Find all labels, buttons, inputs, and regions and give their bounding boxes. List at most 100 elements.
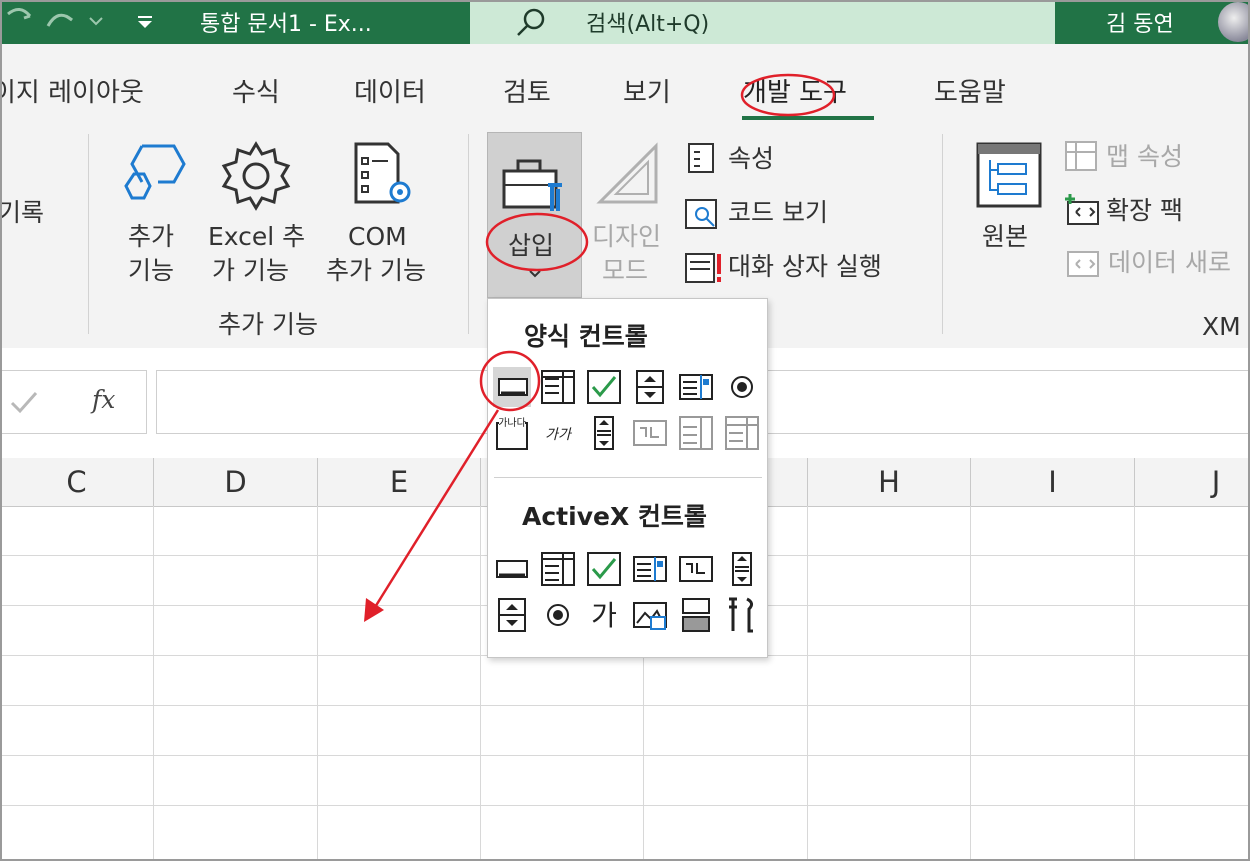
group-box-text: 가나다 [498, 417, 526, 429]
grid-line [153, 506, 154, 861]
tab-formulas[interactable]: 수식 [232, 72, 280, 109]
tab-developer[interactable]: 개발 도구 [743, 72, 847, 109]
record-macro-label[interactable]: 기록 [0, 196, 44, 230]
redo-icon[interactable] [46, 13, 73, 27]
column-header-j[interactable]: J [1135, 458, 1250, 506]
user-name[interactable]: 김 동연 [1106, 6, 1174, 38]
column-header-c[interactable]: C [0, 458, 154, 506]
activex-command-button-icon[interactable] [493, 549, 531, 589]
column-header-d[interactable]: D [154, 458, 318, 506]
gear-icon [221, 141, 291, 211]
tab-page-layout[interactable]: 이지 레이아웃 [0, 72, 144, 109]
customize-toolbar-icon[interactable] [138, 16, 152, 28]
grid-line [807, 506, 808, 861]
ribbon-separator [468, 134, 469, 334]
grid-line [0, 705, 1250, 706]
column-header-i[interactable]: I [971, 458, 1135, 506]
ribbon-separator [88, 134, 89, 334]
form-option-button-icon[interactable] [723, 367, 761, 407]
search-box[interactable]: 검색(Alt+Q) [470, 0, 1055, 44]
refresh-data-icon [1067, 251, 1099, 277]
form-button-icon[interactable] [493, 367, 531, 407]
xml-group-label: XM [1202, 312, 1241, 341]
form-label-icon[interactable]: 가가 [539, 413, 577, 453]
map-properties-icon [1065, 141, 1097, 171]
activex-toggle-button-icon[interactable] [677, 595, 715, 635]
form-combo-box-icon[interactable] [539, 367, 577, 407]
design-mode-label-2[interactable]: 모드 [602, 254, 648, 288]
undo-icon[interactable] [7, 8, 32, 20]
design-mode-label-1[interactable]: 디자인 [592, 220, 661, 254]
grid-line [0, 755, 1250, 756]
label-icon-text: 가가 [545, 427, 573, 443]
search-placeholder: 검색(Alt+Q) [586, 12, 710, 37]
column-header-h[interactable]: H [808, 458, 971, 506]
more-controls-icon[interactable] [723, 595, 761, 635]
activex-checkbox-icon[interactable] [585, 549, 623, 589]
activex-combo-box-icon[interactable] [539, 549, 577, 589]
view-code-icon [685, 199, 717, 229]
activex-text-box-icon[interactable] [677, 549, 715, 589]
search-icon [517, 8, 545, 36]
activex-label-text: 가 [591, 599, 617, 632]
add-ins-label-1[interactable]: 추가 [128, 220, 174, 254]
grid-line [1134, 506, 1135, 861]
arrowhead-icon [364, 598, 384, 622]
com-add-ins-label-2[interactable]: 추가 기능 [326, 254, 426, 288]
title-bar: 통합 문서1 - Ex... 검색(Alt+Q) 김 동연 [0, 0, 1250, 44]
form-text-field-icon [631, 413, 669, 453]
insert-controls-menu: 양식 컨트롤 가나다 가가 ActiveX 컨트롤 가 [487, 298, 768, 658]
grid-line [317, 506, 318, 861]
activex-label-icon[interactable]: 가 [585, 595, 623, 635]
redo-dropdown-icon[interactable] [89, 17, 103, 26]
com-add-ins-icon [354, 142, 411, 204]
refresh-data-label[interactable]: 데이터 새로 [1108, 246, 1231, 280]
user-avatar[interactable] [1218, 2, 1250, 42]
grid-line [970, 506, 971, 861]
grid-line [480, 506, 481, 861]
form-scroll-bar-icon[interactable] [585, 413, 623, 453]
window-title: 통합 문서1 - Ex... [200, 12, 372, 37]
activex-image-icon[interactable] [631, 595, 669, 635]
toolbox-icon [502, 159, 562, 211]
form-combo-list-edit-icon [677, 413, 715, 453]
quick-access-toolbar [7, 8, 152, 28]
form-checkbox-icon[interactable] [585, 367, 623, 407]
chevron-down-icon [529, 270, 541, 278]
add-ins-label-2[interactable]: 기능 [128, 254, 174, 288]
form-list-box-icon[interactable] [677, 367, 715, 407]
enter-check-icon[interactable] [8, 389, 42, 417]
run-dialog-label[interactable]: 대화 상자 실행 [728, 250, 882, 284]
tab-help[interactable]: 도움말 [934, 72, 1006, 109]
com-add-ins-label-1[interactable]: COM [348, 220, 407, 254]
add-ins-group-label: 추가 기능 [218, 310, 318, 339]
excel-add-ins-label-2[interactable]: 가 기능 [212, 254, 289, 288]
activex-spin-button-icon[interactable] [493, 595, 531, 635]
expansion-packs-label[interactable]: 확장 팩 [1106, 194, 1183, 228]
tab-data[interactable]: 데이터 [354, 72, 426, 109]
expansion-packs-icon [1065, 194, 1099, 225]
activex-option-button-icon[interactable] [539, 595, 577, 635]
insert-controls-button[interactable]: 삽입 [487, 132, 582, 298]
ribbon-tabs: 이지 레이아웃 수식 데이터 검토 보기 개발 도구 도움말 [0, 44, 1250, 126]
tab-review[interactable]: 검토 [503, 72, 551, 109]
tab-view[interactable]: 보기 [623, 72, 671, 109]
form-spin-button-icon[interactable] [631, 367, 669, 407]
properties-label[interactable]: 속성 [728, 142, 774, 176]
form-group-box-icon[interactable]: 가나다 [493, 413, 531, 453]
ribbon-separator [942, 134, 943, 334]
activex-scroll-bar-icon[interactable] [723, 549, 761, 589]
excel-add-ins-label-1[interactable]: Excel 추 [208, 220, 305, 254]
activex-list-box-icon[interactable] [631, 549, 669, 589]
form-combo-drop-edit-icon [723, 413, 761, 453]
map-properties-label[interactable]: 맵 속성 [1106, 140, 1183, 174]
activex-controls-header: ActiveX 컨트롤 [522, 502, 707, 531]
properties-icon [688, 143, 714, 173]
view-code-label[interactable]: 코드 보기 [728, 196, 828, 230]
add-ins-icon [124, 144, 186, 200]
insert-function-button[interactable]: fx [92, 385, 115, 414]
xml-source-label[interactable]: 원본 [982, 220, 1028, 254]
column-header-e[interactable]: E [318, 458, 481, 506]
design-mode-icon [596, 142, 658, 204]
formula-buttons: fx [0, 370, 147, 434]
